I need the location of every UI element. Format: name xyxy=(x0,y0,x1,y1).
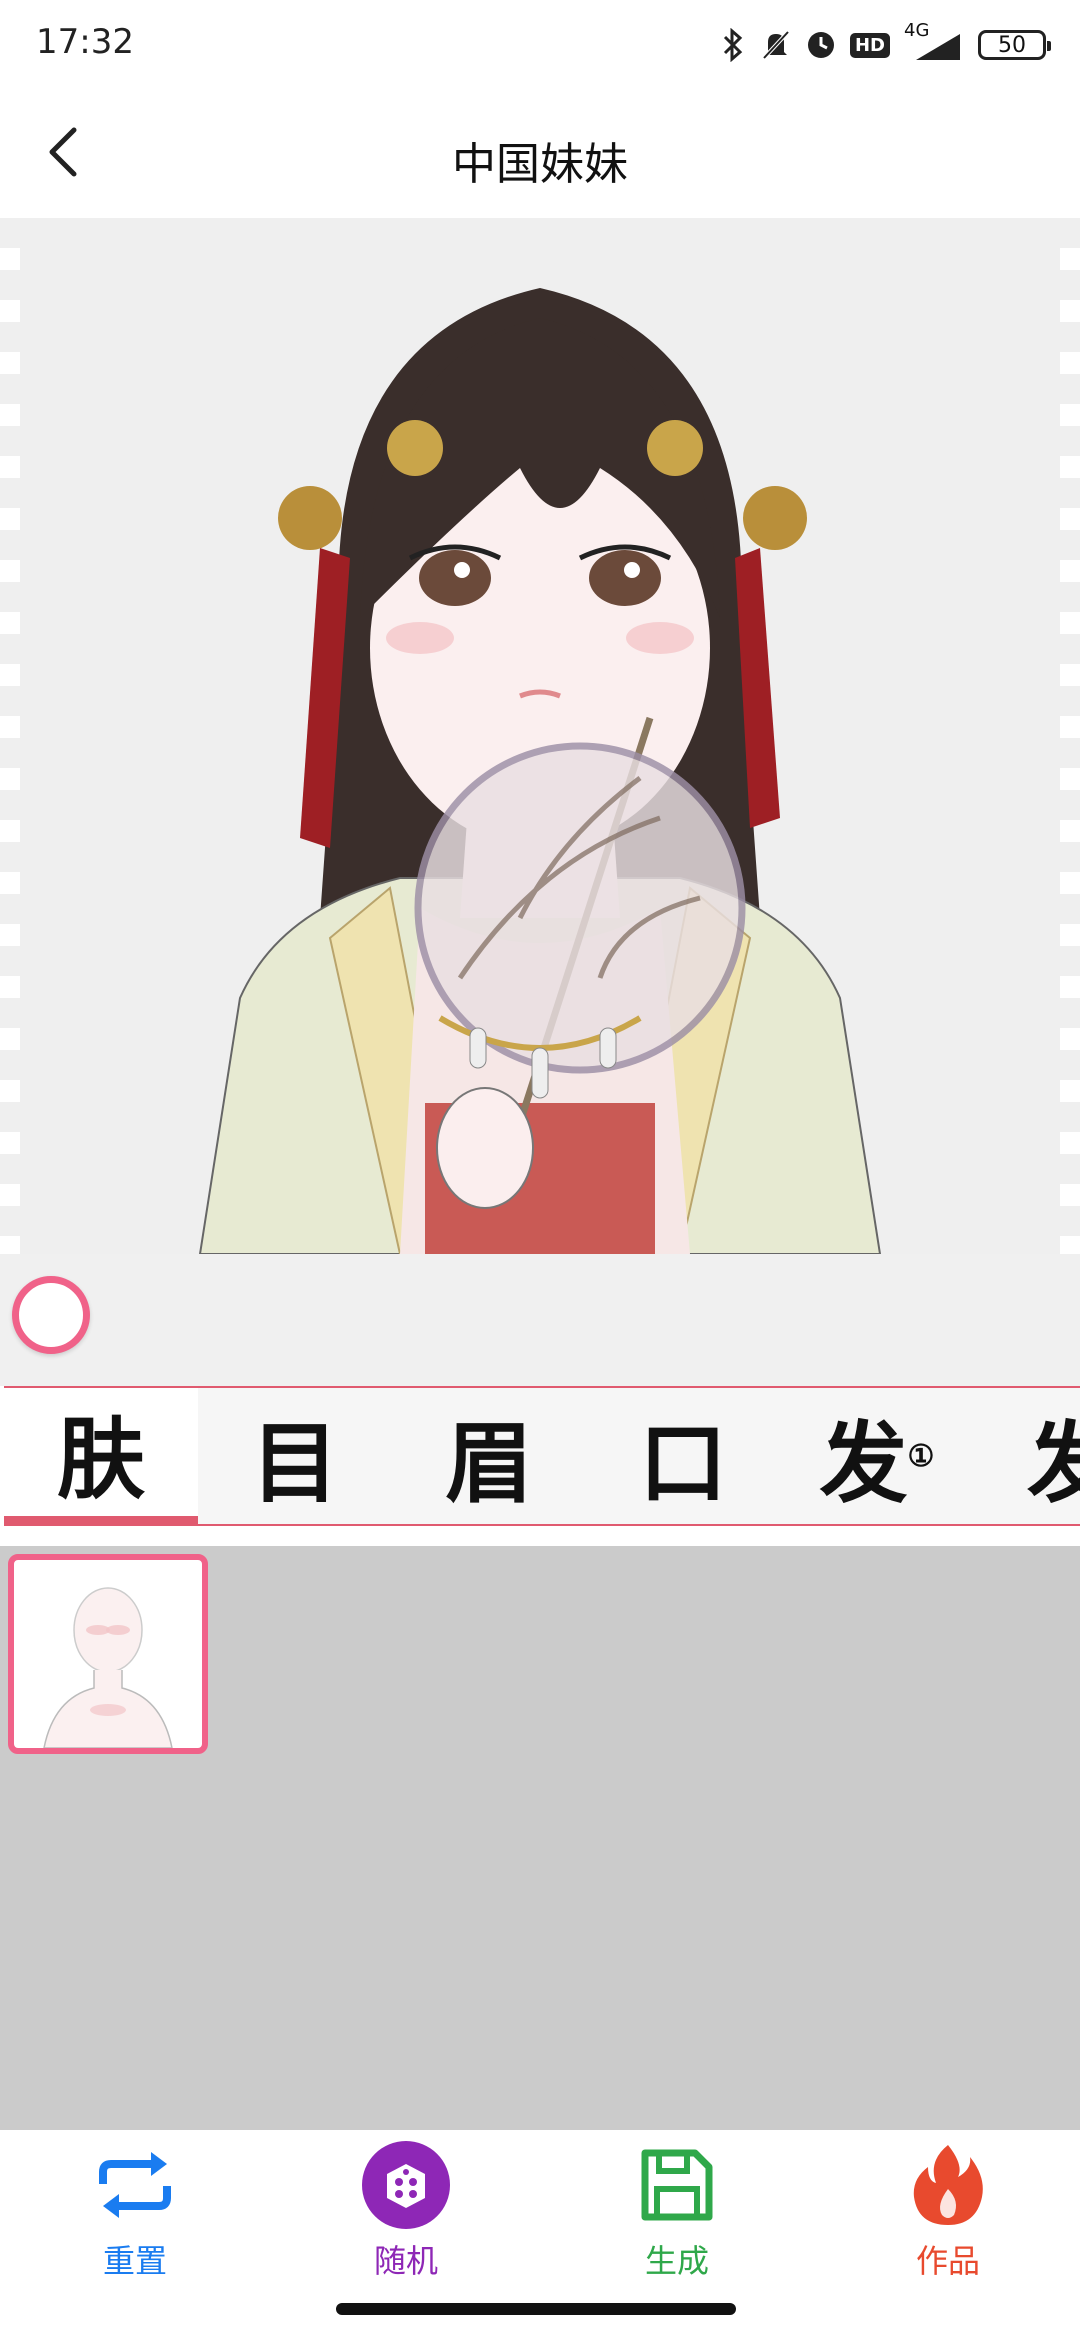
tab-hair-front[interactable]: 发① xyxy=(780,1388,974,1524)
random-label: 随机 xyxy=(373,2242,438,2280)
home-indicator xyxy=(336,2303,736,2315)
random-button[interactable]: 随机 xyxy=(306,2140,506,2290)
tab-label: 眉 xyxy=(444,1410,533,1515)
tab-label: 肤 xyxy=(56,1406,145,1511)
tab-label: 目 xyxy=(250,1410,339,1515)
status-icons: HD 4G 50 xyxy=(720,20,1051,70)
character-illustration xyxy=(198,288,882,1254)
tab-label: 口 xyxy=(638,1410,727,1515)
tab-eyes[interactable]: 目 xyxy=(198,1388,392,1524)
tab-label: 发 xyxy=(1027,1393,1080,1520)
category-tabs: 肤 目 眉 口 发① 发 xyxy=(4,1386,1080,1526)
tab-mouth[interactable]: 口 xyxy=(586,1388,780,1524)
tab-brows[interactable]: 眉 xyxy=(392,1388,586,1524)
alarm-icon xyxy=(807,32,834,58)
generate-button[interactable]: 生成 xyxy=(577,2140,777,2290)
app-header: 中国妹妹 xyxy=(0,90,1080,218)
signal-icon xyxy=(916,34,960,60)
slider-knob[interactable] xyxy=(12,1276,90,1354)
hd-badge: HD xyxy=(849,32,890,58)
signal-indicator: 4G xyxy=(904,20,964,62)
tab-skin[interactable]: 肤 xyxy=(4,1388,198,1524)
skin-preview-image xyxy=(43,1587,173,1748)
works-button[interactable]: 作品 xyxy=(848,2140,1048,2290)
film-strip-right xyxy=(1060,218,1080,1254)
film-strip-left xyxy=(0,218,20,1254)
option-grid xyxy=(0,1546,1080,2130)
skin-option-thumbnail[interactable] xyxy=(8,1554,208,1754)
repeat-icon xyxy=(90,2140,180,2230)
status-time: 17:32 xyxy=(36,22,134,62)
generate-label: 生成 xyxy=(644,2242,709,2280)
dice-icon xyxy=(361,2140,451,2230)
tab-hair-back[interactable]: 发 xyxy=(974,1388,1080,1524)
fire-icon xyxy=(903,2140,993,2230)
tab-label: 发 xyxy=(819,1410,908,1515)
adjust-slider[interactable] xyxy=(0,1254,1080,1386)
page-title: 中国妹妹 xyxy=(452,139,628,190)
mute-bell-icon xyxy=(762,30,790,60)
reset-label: 重置 xyxy=(102,2242,167,2280)
character-canvas xyxy=(0,218,1080,1254)
works-label: 作品 xyxy=(915,2242,980,2280)
status-bar: 17:32 HD 4G 50 xyxy=(0,0,1080,90)
bluetooth-icon xyxy=(723,28,743,62)
reset-button[interactable]: 重置 xyxy=(35,2140,235,2290)
save-icon xyxy=(632,2140,722,2230)
battery-icon: 50 xyxy=(978,30,1051,60)
battery-level: 50 xyxy=(998,32,1026,58)
